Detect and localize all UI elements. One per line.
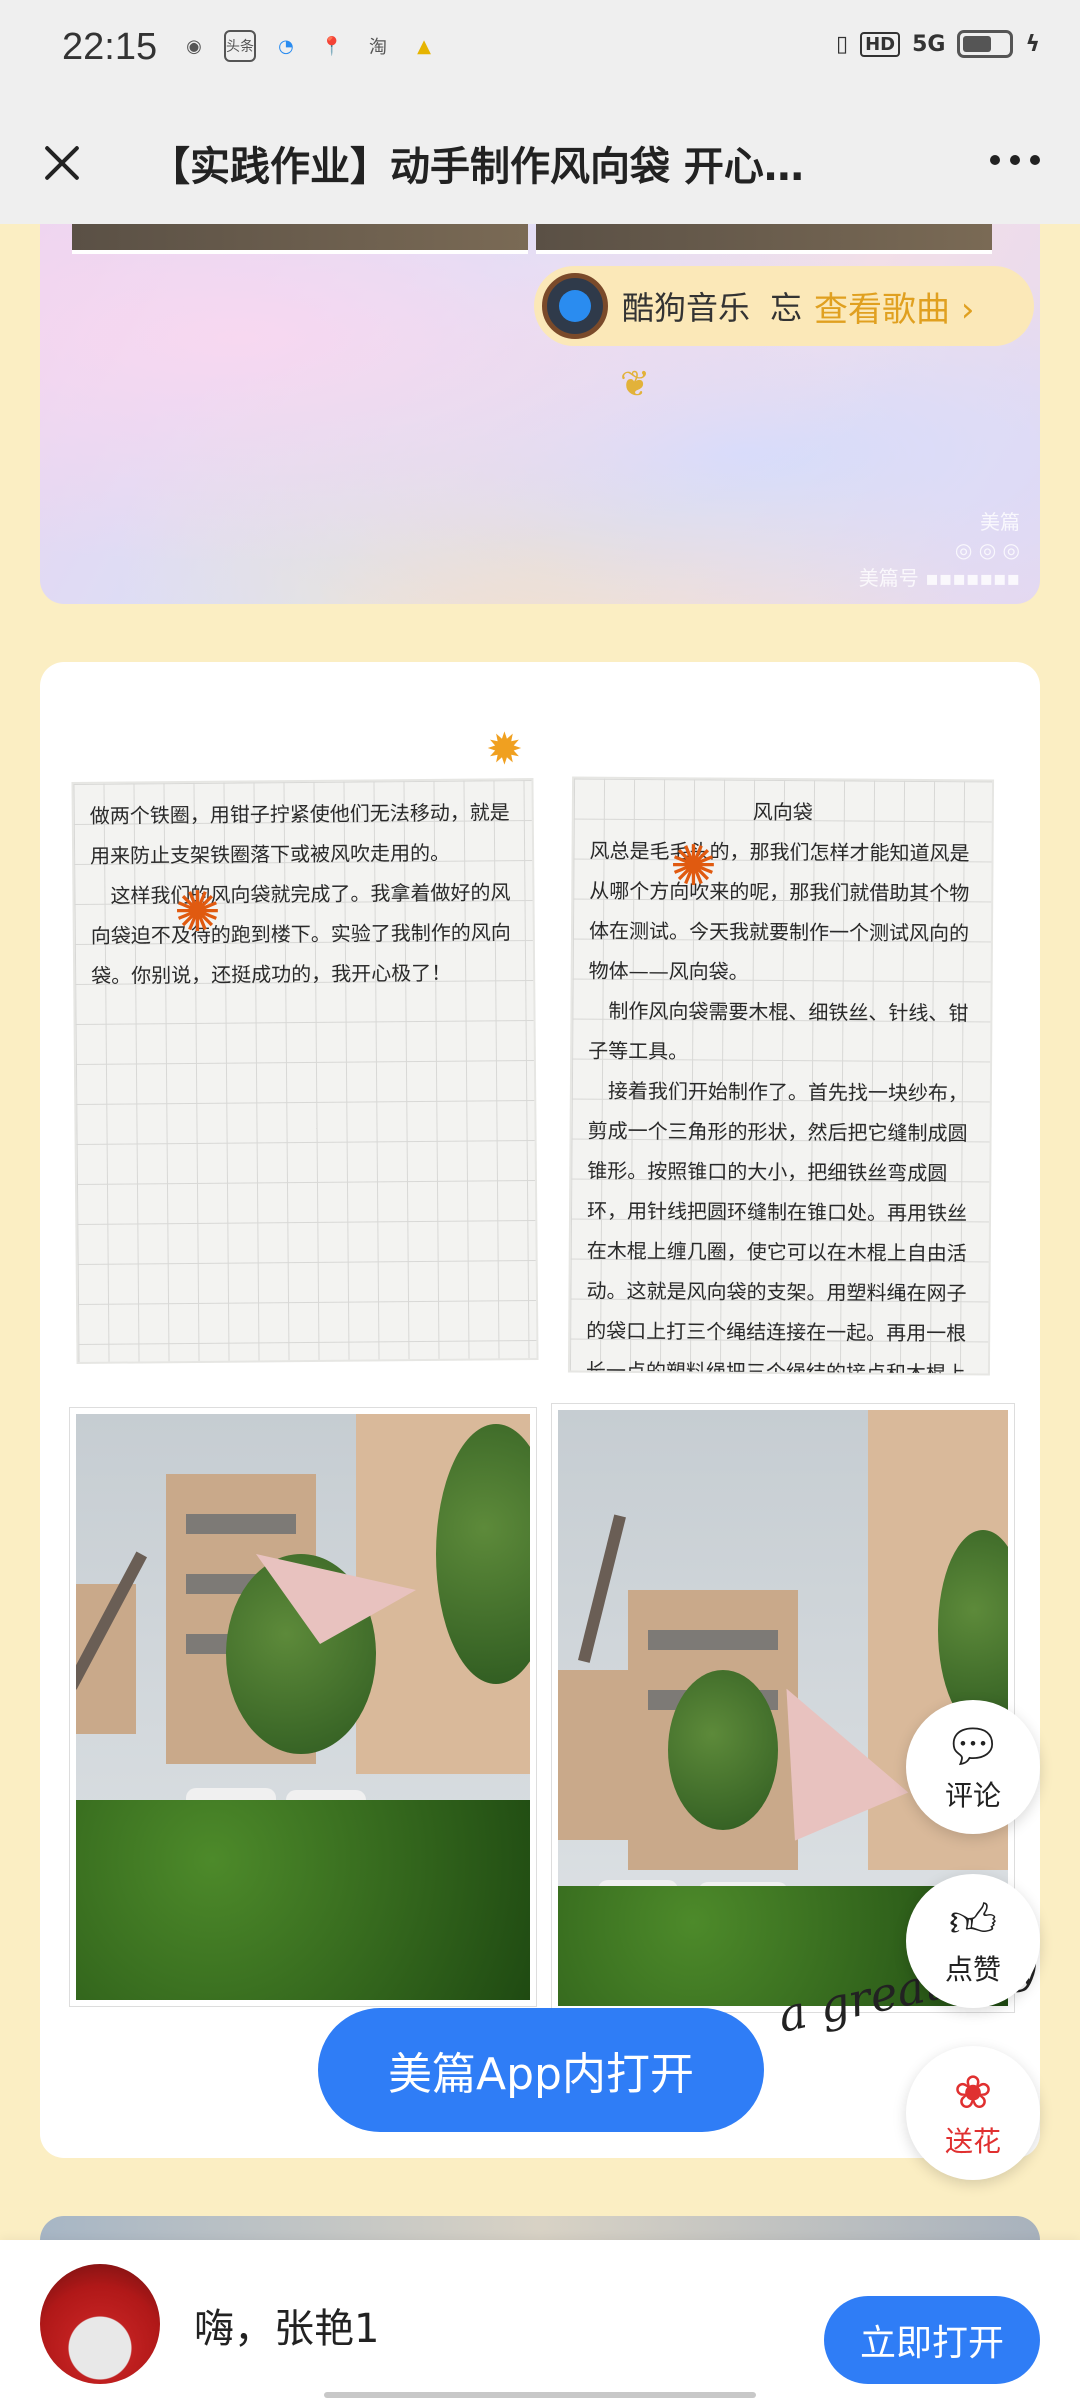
send-flower-button[interactable]: ❀ 送花 — [906, 2046, 1040, 2180]
status-time: 22:15 — [62, 26, 158, 68]
comment-bubble-icon: 💬︎ — [943, 1719, 1003, 1773]
home-indicator[interactable] — [324, 2392, 756, 2398]
handwritten-note-right: 风向袋 风总是毛毛头的，那我们怎样才能知道风是从哪个方向吹来的呢，那我们就借助其… — [569, 778, 993, 1374]
taobao-icon: 淘 — [369, 37, 387, 58]
view-song-button[interactable]: 查看歌曲 › — [814, 282, 974, 331]
note-right-text: 风总是毛毛头的，那我们怎样才能知道风是从哪个方向吹来的呢，那我们就借助其个物体在… — [585, 838, 970, 1374]
map-icon: 📍 — [320, 35, 344, 57]
music-player[interactable]: 酷狗音乐 忘 查看歌曲 › — [534, 266, 1034, 346]
note-left-text: 做两个铁圈，用钳子拧紧使他们无法移动，就是用来防止支架铁圈落下或被风吹走用的。 … — [89, 800, 511, 988]
toutiao-icon: 头条 — [224, 30, 256, 62]
rose-icon: ❀ — [953, 2065, 993, 2119]
article-header-card: 酷狗音乐 忘 查看歌曲 › ❦ 美篇 ◎ ◎ ◎ 美篇号 ▪▪▪▪▪▪▪ — [40, 224, 1040, 604]
comment-label: 评论 — [944, 1779, 1001, 1812]
battery-icon — [957, 30, 1014, 58]
photo-thumb — [536, 224, 992, 254]
kugou-logo-icon — [542, 273, 608, 339]
music-song-title: 忘 — [770, 289, 803, 327]
status-right: ▯ HD 5G ϟ — [836, 30, 1040, 58]
maple-leaf-icon: ✺ — [174, 880, 221, 945]
meipian-watermark: 美篇 ◎ ◎ ◎ 美篇号 ▪▪▪▪▪▪▪ — [858, 510, 1020, 590]
maple-leaf-icon: ✺ — [670, 834, 717, 899]
status-bar: 22:15 ◉ 头条 ◔ 📍 淘 ▲ ▯ HD 5G ϟ — [0, 0, 1080, 100]
thumbs-up-icon: 👍︎ — [948, 1893, 998, 1947]
like-button[interactable]: 👍︎ 点赞 — [906, 1874, 1040, 2008]
avatar[interactable] — [40, 2264, 160, 2384]
note-right-title: 风向袋 — [752, 799, 813, 825]
more-options-icon[interactable] — [980, 140, 1050, 180]
close-icon[interactable] — [30, 130, 94, 194]
page-title: 【实践作业】动手制作风向袋 开心… — [150, 144, 804, 190]
comment-button[interactable]: 💬︎ 评论 — [906, 1700, 1040, 1834]
content-card: ✹ 做两个铁圈，用钳子拧紧使他们无法移动，就是用来防止支架铁圈落下或被风吹走用的… — [40, 662, 1040, 2158]
signal-icon: 5G — [912, 31, 946, 57]
windsock-photo-left[interactable] — [70, 1408, 536, 2006]
game-icon: ▲ — [417, 35, 431, 57]
maple-leaf-icon: ✹ — [486, 724, 523, 775]
greeting-text: 嗨，张艳1 — [194, 2306, 380, 2352]
handwritten-note-left: 做两个铁圈，用钳子拧紧使他们无法移动，就是用来防止支架铁圈落下或被风吹走用的。 … — [73, 780, 537, 1362]
status-app-icons: ◉ 头条 ◔ 📍 淘 ▲ — [178, 30, 440, 62]
hd-badge: HD — [860, 31, 901, 57]
open-now-button[interactable]: 立即打开 — [824, 2296, 1040, 2384]
bottom-bar: 嗨，张艳1 立即打开 — [0, 2240, 1080, 2404]
charging-icon: ϟ — [1025, 31, 1040, 57]
title-bar: 【实践作业】动手制作风向袋 开心… — [0, 100, 1080, 224]
photo-thumb — [72, 224, 528, 254]
flower-label: 送花 — [944, 2125, 1001, 2158]
like-label: 点赞 — [944, 1953, 1001, 1986]
browser-icon: ◔ — [278, 35, 294, 57]
open-in-app-button[interactable]: 美篇App内打开 — [318, 2008, 764, 2132]
music-app-name: 酷狗音乐 — [622, 289, 751, 327]
photo-strip — [72, 224, 992, 254]
wechat-icon: ◉ — [186, 35, 202, 57]
vibrate-icon: ▯ — [835, 31, 849, 57]
leaf-decoration-icon: ❦ — [620, 364, 651, 405]
